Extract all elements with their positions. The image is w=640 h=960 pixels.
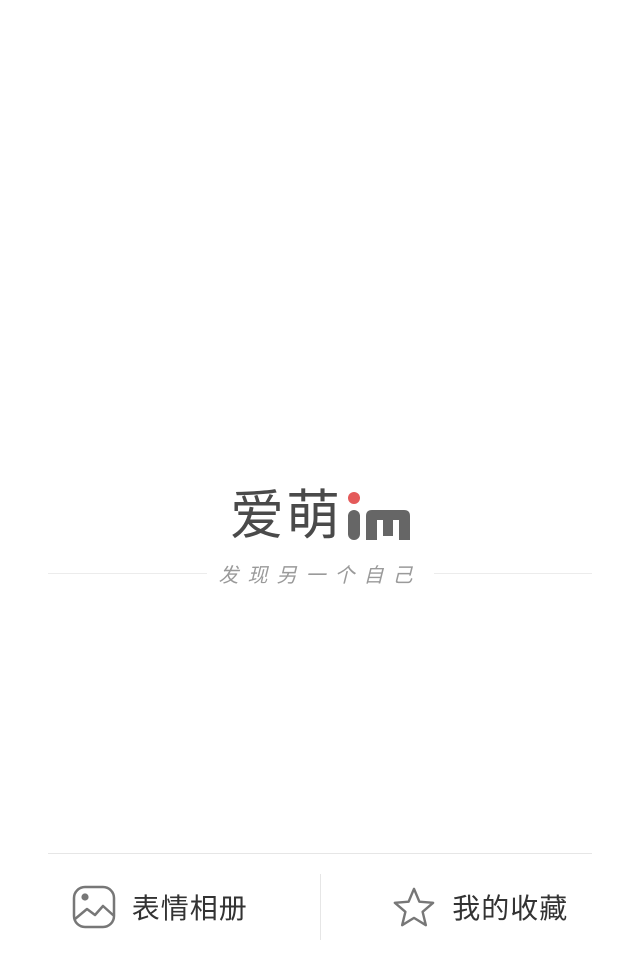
my-favorites-label: 我的收藏 <box>452 892 569 925</box>
my-favorites-button[interactable]: 我的收藏 <box>321 854 640 960</box>
tagline-left-line <box>48 572 207 574</box>
app-logo: 爱萌 iM <box>0 480 640 550</box>
splash-screen: 爱萌 iM 发现另一个自己 表情相册 我的收藏 <box>0 0 640 960</box>
emoji-album-label: 表情相册 <box>131 892 248 925</box>
logo-m-shape <box>366 510 410 540</box>
logo-text: 爱萌 <box>230 484 342 547</box>
tagline-right-line <box>433 572 592 574</box>
emoji-album-button[interactable]: 表情相册 <box>0 854 320 960</box>
logo-im-mark: iM <box>346 492 410 540</box>
logo-suffix-text: iM <box>346 503 347 505</box>
tagline-row: 发现另一个自己 <box>48 556 592 590</box>
tagline: 发现另一个自己 <box>218 562 422 587</box>
logo-i-stem <box>348 510 360 540</box>
image-icon <box>72 885 116 929</box>
logo-dot <box>348 492 360 504</box>
star-icon <box>392 885 436 929</box>
bottom-bar: 表情相册 我的收藏 <box>0 854 640 960</box>
